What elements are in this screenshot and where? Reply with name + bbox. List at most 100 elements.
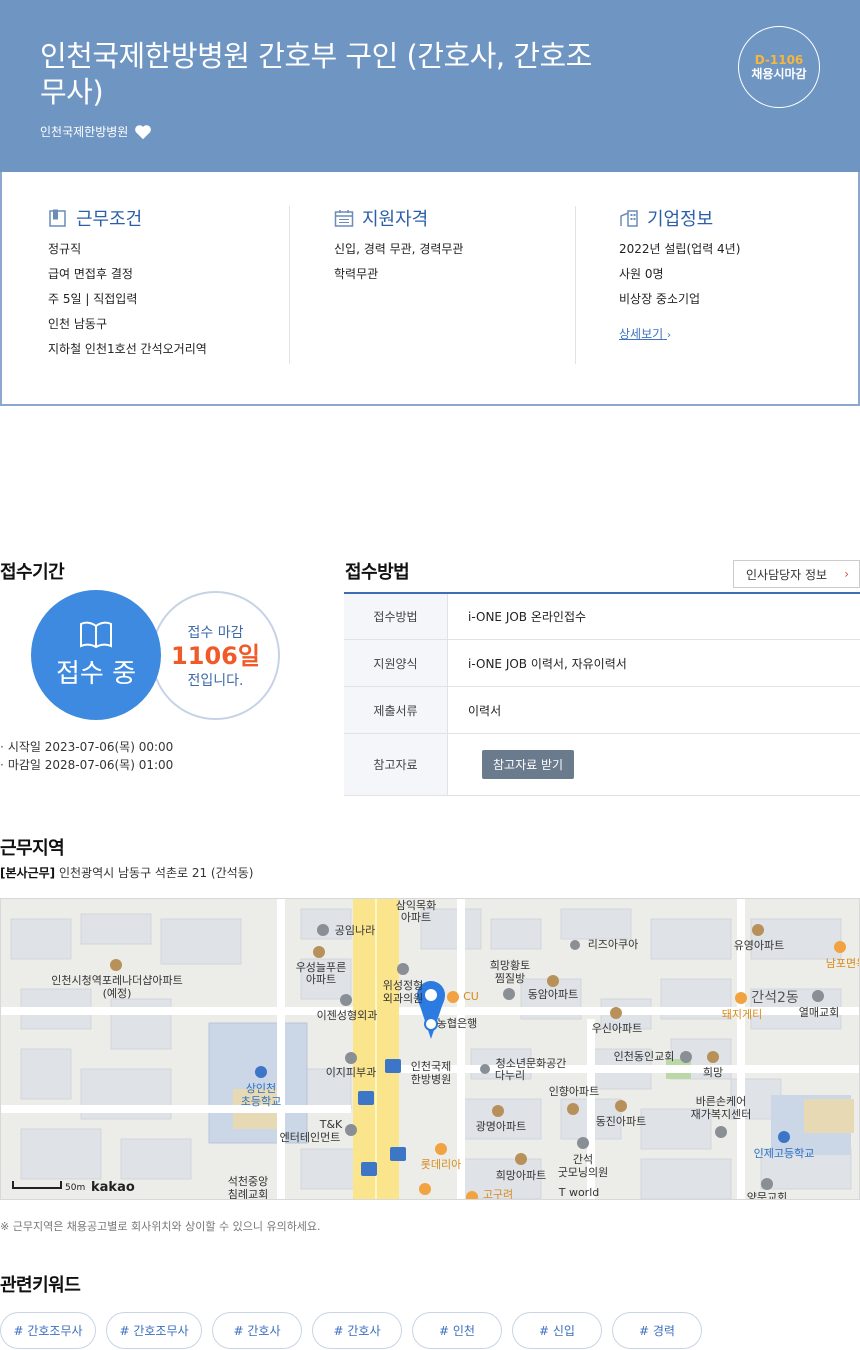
company-line: 비상장 중소기업: [619, 292, 701, 306]
keyword-chip[interactable]: # 간호조무사: [0, 1312, 96, 1349]
map-label: 이젠성형외과: [317, 1009, 378, 1022]
work-line: 지하철 인천1호선 간석오거리역: [48, 342, 207, 356]
divider: [575, 206, 576, 364]
row-value: i-ONE JOB 이력서, 자유이력서: [468, 656, 627, 671]
work-line: 급여 면접후 결정: [48, 267, 133, 281]
keyword-chip[interactable]: # 간호사: [312, 1312, 402, 1349]
map-label: 돼지게티: [722, 1008, 762, 1021]
map-label: 고구려: [483, 1188, 513, 1200]
company-info: 기업정보 2022년 설립(업력 4년) 사원 0명 비상장 중소기업 상세보기…: [619, 206, 849, 364]
keyword-chip[interactable]: # 간호조무사: [106, 1312, 202, 1349]
keyword-chip[interactable]: # 간호사: [212, 1312, 302, 1349]
work-line: 정규직: [48, 242, 82, 256]
map[interactable]: 삼익목화 아파트 공임나라 우성늘푸른 아파트 인천시청역포레나더샵아파트 (예정) …: [0, 898, 860, 1200]
period-title: 접수기간: [0, 562, 65, 583]
address-tag: [본사근무]: [0, 866, 56, 880]
area-note: ※ 근무지역은 채용공고별로 회사위치와 상이할 수 있으니 유의하세요.: [0, 1220, 321, 1233]
status-label: 접수 중: [55, 658, 137, 689]
deadline-days: 1106일: [171, 641, 260, 670]
map-label: 리즈아쿠아: [588, 938, 639, 951]
map-label: 유영아파트: [734, 939, 785, 952]
map-label: T world: [558, 1186, 600, 1199]
map-label: 인제고등학교: [754, 1147, 815, 1160]
work-line: 인천 남동구: [48, 317, 108, 331]
bookmark-icon: [49, 209, 66, 227]
map-label: 석천중앙: [228, 1174, 268, 1188]
map-label: 초등학교: [241, 1095, 281, 1108]
keyword-chip[interactable]: # 신입: [512, 1312, 602, 1349]
deadline-label: 접수 마감: [187, 624, 244, 641]
map-label: 열매교회: [799, 1006, 839, 1019]
map-canvas[interactable]: 삼익목화아파트 공임나라 우성늘푸른아파트 인천시청역포레나더샵아파트(예정) …: [1, 899, 860, 1200]
area-title: 근무지역: [0, 838, 65, 859]
map-label: 희망황토: [490, 959, 530, 972]
map-label: 인천시청역포레나더샵아파트: [51, 973, 183, 987]
map-label: 양문교회: [747, 1191, 787, 1200]
download-reference-button[interactable]: 참고자료 받기: [482, 750, 575, 779]
row-key: 지원양식: [344, 640, 448, 686]
job-header: 인천국제한방병원 간호부 구인 (간호사, 간호조무사) 인천국제한방병원 D-…: [0, 0, 860, 172]
keyword-chip[interactable]: # 인천: [412, 1312, 502, 1349]
address-text: 인천광역시 남동구 석촌로 21 (간석동): [58, 866, 254, 880]
method-title: 접수방법: [345, 562, 410, 583]
map-label: 인천국제: [411, 1059, 451, 1073]
company-detail-link[interactable]: 상세보기 ›: [619, 325, 671, 342]
map-label: 간석2동: [751, 990, 799, 1006]
map-label: 우신아파트: [592, 1022, 643, 1035]
hr-contact-button[interactable]: 인사담당자 정보 ›: [733, 560, 860, 588]
work-conditions: 근무조건 정규직 급여 면접후 결정 주 5일 | 직접입력 인천 남동구 지하…: [48, 206, 288, 364]
kakao-logo: kakao: [91, 1180, 135, 1195]
book-icon: [80, 621, 112, 648]
map-label: 공임나라: [335, 924, 375, 937]
start-date: 시작일 2023-07-06(목) 00:00: [0, 738, 173, 756]
chevron-right-icon: ›: [667, 330, 671, 341]
map-label: 동진아파트: [596, 1115, 647, 1128]
row-value: 참고자료 받기: [448, 734, 860, 795]
period-dates: 시작일 2023-07-06(목) 00:00 마감일 2028-07-06(목…: [0, 738, 173, 774]
building-icon: [620, 210, 638, 227]
map-label: 동암아파트: [528, 988, 579, 1001]
qualification-line: 학력무관: [334, 267, 379, 281]
map-label: 위성정형: [383, 979, 423, 992]
company-line: 2022년 설립(업력 4년): [619, 242, 741, 256]
map-label: 인향아파트: [549, 1085, 600, 1098]
company-line: 사원 0명: [619, 267, 664, 281]
map-label: 침례교회: [228, 1188, 268, 1200]
qualifications: 지원자격 신입, 경력 무관, 경력무관 학력무관: [334, 206, 574, 364]
job-title: 인천국제한방병원 간호부 구인 (간호사, 간호조무사): [40, 39, 592, 109]
method-table: 접수방법 i-ONE JOB 온라인접수 지원양식 i-ONE JOB 이력서,…: [344, 592, 860, 796]
map-label: 아파트: [401, 911, 431, 924]
map-label: 한방병원: [411, 1073, 451, 1086]
row-value: i-ONE JOB 온라인접수: [468, 610, 587, 624]
heart-icon[interactable]: [134, 124, 152, 140]
row-key: 접수방법: [344, 594, 448, 639]
work-conditions-title: 근무조건: [76, 209, 143, 230]
company-name-row: 인천국제한방병원: [40, 123, 152, 140]
deadline-circle: 접수 마감 1106일 전입니다.: [151, 591, 280, 720]
row-key: 참고자료: [344, 734, 448, 795]
map-label: 간석: [573, 1153, 593, 1166]
work-line: 주 5일 | 직접입력: [48, 292, 138, 306]
table-row: 제출서류 이력서: [344, 687, 860, 734]
qualifications-title: 지원자격: [362, 209, 429, 230]
table-row: 접수방법 i-ONE JOB 온라인접수: [344, 594, 860, 640]
map-label: 상인천: [246, 1081, 276, 1095]
table-row: 참고자료 참고자료 받기: [344, 734, 860, 796]
map-label: 굿모닝의원: [558, 1166, 609, 1179]
map-label: 엔터테인먼트: [280, 1131, 341, 1144]
map-label: 바른손케어: [696, 1095, 747, 1108]
map-label: 희망: [703, 1066, 723, 1079]
map-label: CU: [463, 990, 479, 1003]
summary-box: 근무조건 정규직 급여 면접후 결정 주 5일 | 직접입력 인천 남동구 지하…: [0, 172, 860, 406]
map-label: 다누리: [495, 1069, 525, 1082]
company-name[interactable]: 인천국제한방병원: [40, 123, 128, 140]
map-label: (예정): [103, 987, 132, 1000]
map-label: 찜질방: [495, 972, 525, 985]
map-label: 희망아파트: [496, 1169, 547, 1182]
keywords-title: 관련키워드: [0, 1275, 81, 1296]
keyword-chip[interactable]: # 경력: [612, 1312, 702, 1349]
end-date: 마감일 2028-07-06(목) 01:00: [0, 756, 173, 774]
map-label: 농협은행: [437, 1017, 477, 1030]
map-label: 롯데리아: [421, 1158, 461, 1171]
deadline-suffix: 전입니다.: [187, 672, 244, 689]
